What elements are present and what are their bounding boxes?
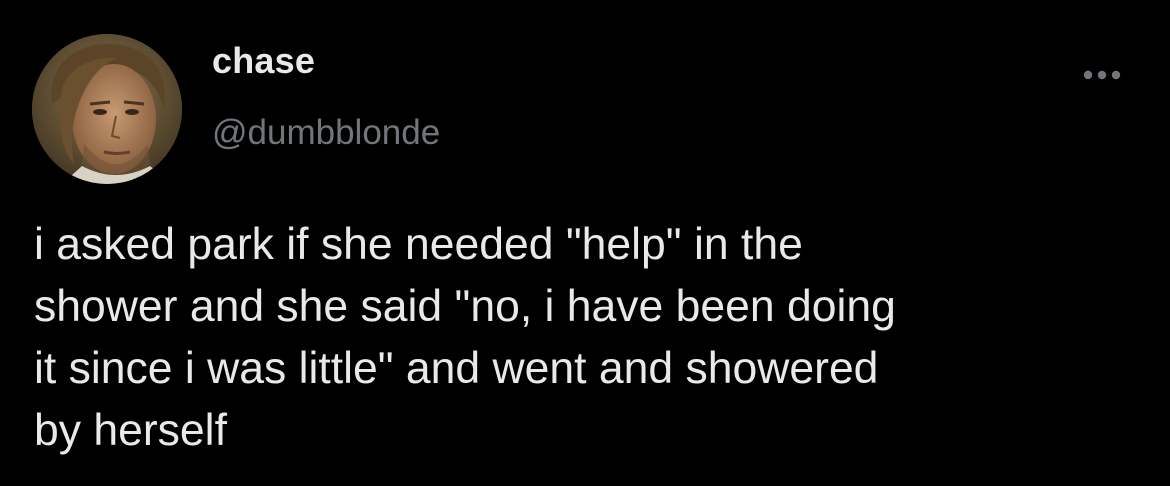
more-options-button[interactable] — [1078, 60, 1126, 90]
author-handle[interactable]: @dumbblonde — [212, 113, 440, 153]
author-display-name[interactable]: chase — [212, 40, 315, 82]
avatar[interactable] — [32, 34, 182, 184]
ellipsis-icon — [1083, 70, 1121, 80]
profile-photo-icon — [32, 34, 182, 184]
tweet-text: i asked park if she needed "help" in the… — [34, 220, 896, 455]
tweet-card: chase @dumbblonde i asked park if she ne… — [0, 0, 1170, 486]
